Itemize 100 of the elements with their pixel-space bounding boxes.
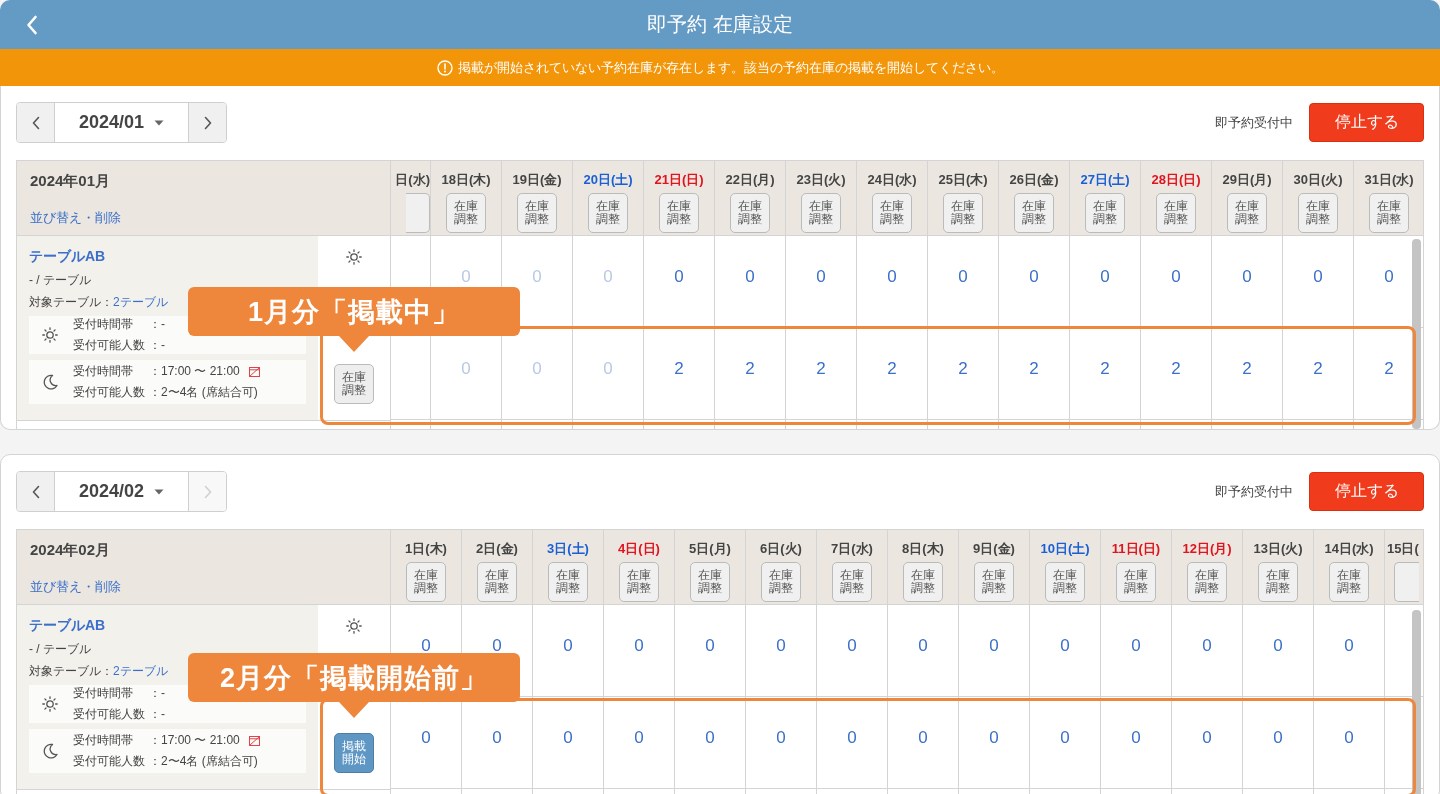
adjust-button[interactable]: 在庫調整 [730, 193, 770, 233]
date-label: 9日(金) [973, 540, 1015, 558]
stock-count: 0 [1171, 267, 1181, 287]
month-heading: 2024年01月 [30, 172, 112, 191]
date-label: 15日( [1387, 540, 1419, 558]
stock-count: 2 [1242, 359, 1252, 379]
stock-count: 0 [918, 636, 928, 656]
stock-count: 0 [1100, 267, 1110, 287]
stock-count: 0 [705, 728, 715, 748]
date-label: 7日(水) [831, 540, 873, 558]
stock-count: 0 [603, 267, 613, 287]
adjust-button[interactable]: 在庫調整 [1369, 193, 1409, 233]
stock-count: 0 [847, 728, 857, 748]
stock-count: 2 [1313, 359, 1323, 379]
sun-icon [346, 249, 362, 265]
adjust-button[interactable]: 在庫調整 [974, 562, 1014, 602]
slot-label: 受付可能人数 [73, 384, 146, 401]
adjust-button[interactable]: 在庫調整 [588, 193, 628, 233]
stop-button[interactable]: 停止する [1309, 103, 1424, 142]
date-label: 10日(土) [1040, 540, 1090, 558]
slot-label: 受付可能人数 [73, 337, 146, 354]
adjust-button[interactable]: 在庫調整 [548, 562, 588, 602]
target-tables-link[interactable]: 2テーブル [113, 664, 168, 678]
adjust-button[interactable]: 在庫調整 [1187, 562, 1227, 602]
next-month-button[interactable] [189, 103, 226, 142]
adjust-button[interactable]: 在庫調整 [872, 193, 912, 233]
status-text: 即予約受付中 [1215, 482, 1293, 501]
stock-count: 0 [674, 267, 684, 287]
adjust-button[interactable]: 在庫調整 [1116, 562, 1156, 602]
stock-count: 2 [1100, 359, 1110, 379]
caret-down-icon [154, 119, 165, 126]
stock-count: 0 [603, 359, 613, 379]
month-dropdown[interactable]: 2024/02 [54, 472, 189, 511]
target-tables-link[interactable]: 2テーブル [113, 295, 168, 309]
adjust-button[interactable]: 在庫調整 [334, 364, 374, 404]
stock-count: 0 [989, 636, 999, 656]
back-icon [26, 15, 38, 35]
stock-count: 2 [745, 359, 755, 379]
status-text: 即予約受付中 [1215, 113, 1293, 132]
adjust-button[interactable]: 在庫調整 [406, 562, 446, 602]
stock-count: 0 [634, 728, 644, 748]
prev-month-button[interactable] [17, 103, 54, 142]
date-label: 4日(日) [618, 540, 660, 558]
adjust-button[interactable]: 在庫調整 [446, 193, 486, 233]
stock-count: 0 [1202, 636, 1212, 656]
adjust-button[interactable]: 在庫調整 [1329, 562, 1369, 602]
stock-count: 0 [492, 728, 502, 748]
prev-month-button[interactable] [17, 472, 54, 511]
adjust-button[interactable]: 在庫調整 [1227, 193, 1267, 233]
adjust-button[interactable]: 在庫調整 [801, 193, 841, 233]
plan-type: - / テーブル [29, 641, 92, 658]
adjust-button[interactable]: 在庫調整 [1156, 193, 1196, 233]
slot-time: ：17:00 〜 21:00 [149, 732, 240, 749]
adjust-button[interactable]: 在庫調整 [517, 193, 557, 233]
adjust-button[interactable]: 在庫調整 [1085, 193, 1125, 233]
adjust-button[interactable]: 在庫調整 [477, 562, 517, 602]
plan-name-link[interactable]: テーブルAB [29, 248, 306, 266]
moon-icon [42, 374, 58, 390]
sort-delete-link[interactable]: 並び替え・削除 [30, 209, 377, 227]
adjust-button[interactable]: 在庫調整 [943, 193, 983, 233]
adjust-button[interactable]: 在庫調整 [1014, 193, 1054, 233]
month-dropdown[interactable]: 2024/01 [54, 103, 189, 142]
stock-count: 2 [1029, 359, 1039, 379]
adjust-button[interactable] [406, 193, 430, 233]
adjust-button[interactable]: 在庫調整 [1258, 562, 1298, 602]
date-label: 24日(水) [867, 171, 917, 189]
plan-name-link[interactable]: テーブルAB [29, 617, 306, 635]
stop-button[interactable]: 停止する [1309, 472, 1424, 511]
stock-count: 0 [421, 636, 431, 656]
date-label: 日(水) [395, 171, 430, 189]
stock-count: 0 [705, 636, 715, 656]
chevron-left-icon [31, 115, 40, 130]
adjust-button[interactable]: 在庫調整 [659, 193, 699, 233]
stock-count: 0 [461, 359, 471, 379]
adjust-button[interactable]: 在庫調整 [1045, 562, 1085, 602]
sort-delete-link[interactable]: 並び替え・削除 [30, 578, 377, 596]
chevron-right-icon [203, 115, 212, 130]
stock-count: 2 [1384, 359, 1394, 379]
stock-count: 0 [887, 267, 897, 287]
chevron-left-icon [31, 484, 40, 499]
date-label: 29日(月) [1222, 171, 1272, 189]
stock-count: 2 [816, 359, 826, 379]
date-label: 20日(土) [583, 171, 633, 189]
adjust-button[interactable]: 在庫調整 [619, 562, 659, 602]
stock-count: 0 [634, 636, 644, 656]
stock-count: 0 [1344, 728, 1354, 748]
adjust-button[interactable]: 在庫調整 [690, 562, 730, 602]
date-label: 13日(火) [1253, 540, 1303, 558]
adjust-button[interactable]: 在庫調整 [1298, 193, 1338, 233]
callout-pointer-icon [339, 336, 369, 352]
adjust-button[interactable]: 在庫調整 [903, 562, 943, 602]
stock-count: 0 [1060, 728, 1070, 748]
callout-pointer-icon [339, 702, 369, 718]
plan-type: - / テーブル [29, 272, 92, 289]
slot-time: ：- [149, 685, 165, 702]
adjust-button[interactable]: 在庫調整 [761, 562, 801, 602]
date-label: 3日(土) [547, 540, 589, 558]
adjust-button[interactable]: 在庫調整 [832, 562, 872, 602]
slot-label: 受付可能人数 [73, 753, 146, 770]
adjust-button[interactable] [1394, 562, 1419, 602]
